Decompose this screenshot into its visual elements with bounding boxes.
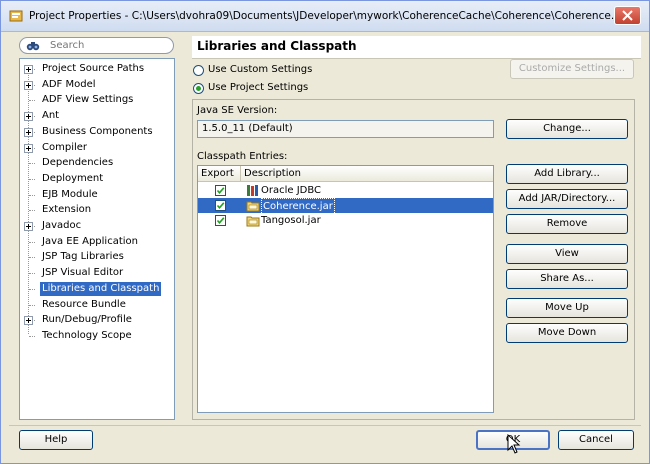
tree-item-technology-scope[interactable]: Technology Scope [40,329,134,343]
jdeveloper-app-icon [9,10,23,22]
tree-item-ejb-module[interactable]: EJB Module [40,188,100,202]
tree-item-adf-view-settings[interactable]: ADF View Settings [40,93,135,107]
use-custom-settings-radio[interactable] [193,65,204,76]
classpath-entry-name: Tangosol.jar [261,215,321,226]
cancel-button[interactable]: Cancel [558,430,634,450]
move-down-button[interactable]: Move Down [506,323,628,343]
tree-branch-line [29,257,35,259]
panel-header: Libraries and Classpath [192,36,641,59]
tree-item-adf-model[interactable]: ADF Model [40,78,98,92]
search-box[interactable] [19,37,174,54]
description-column-header[interactable]: Description [241,166,493,182]
tree-item-libraries-and-classpath[interactable]: Libraries and Classpath [40,281,162,296]
tree-item-ant[interactable]: Ant [40,109,61,123]
classpath-entry-name: Oracle JDBC [261,185,322,196]
add-library-button[interactable]: Add Library... [506,164,628,184]
tree-item-business-components[interactable]: Business Components [40,125,155,139]
share-as-button[interactable]: Share As... [506,269,628,289]
tree-guide-line [28,67,29,334]
tree-branch-line [29,194,35,196]
tree-expand-icon[interactable] [24,143,33,153]
remove-button[interactable]: Remove [506,214,628,234]
tree-item-extension[interactable]: Extension [40,203,93,217]
classpath-entry-row[interactable]: Tangosol.jar [198,213,493,228]
window-title: Project Properties - C:\Users\dvohra09\D… [29,10,629,22]
panel-title: Libraries and Classpath [197,39,357,53]
binoculars-search-icon [26,42,40,51]
footer-separator [9,425,641,426]
tree-branch-line [29,178,35,180]
export-checkbox[interactable] [215,185,226,196]
tree-item-compiler[interactable]: Compiler [40,141,89,155]
classpath-entry-row[interactable]: Oracle JDBC [198,183,493,198]
tree-item-dependencies[interactable]: Dependencies [40,156,115,170]
checkmark-icon [216,217,225,225]
close-icon [622,10,633,21]
export-checkbox[interactable] [215,200,226,211]
classpath-entries-label: Classpath Entries: [197,151,288,162]
tree-branch-line [29,273,35,275]
add-jar-directory-button[interactable]: Add JAR/Directory... [506,189,628,209]
tree-branch-line [29,210,35,212]
tree-expand-icon[interactable] [24,112,33,122]
close-button[interactable] [614,6,641,25]
move-up-button[interactable]: Move Up [506,298,628,318]
tree-item-jsp-tag-libraries[interactable]: JSP Tag Libraries [40,250,126,264]
classpath-entries-table[interactable]: Export Description Oracle JDBC Coherence.… [197,165,494,413]
checkmark-icon [216,202,225,210]
tree-expand-icon[interactable] [24,222,33,231]
tree-expand-icon[interactable] [24,80,33,90]
tree-item-run-debug-profile[interactable]: Run/Debug/Profile [40,313,134,327]
export-column-header[interactable]: Export [198,166,241,182]
tree-branch-line [29,241,35,243]
tree-item-java-ee-application[interactable]: Java EE Application [40,235,140,249]
category-tree[interactable]: Project Source Paths ADF Model ADF View Se… [19,58,175,420]
mouse-pointer-icon [507,434,521,454]
tree-item-deployment[interactable]: Deployment [40,172,105,186]
tree-branch-line [29,335,35,337]
export-checkbox[interactable] [215,215,226,226]
tree-branch-line [29,100,35,102]
change-button[interactable]: Change... [506,119,628,139]
classpath-entry-row[interactable]: Coherence.jar [198,198,493,215]
use-project-settings-radio[interactable] [193,83,204,94]
tree-expand-icon[interactable] [24,316,33,326]
tree-item-jsp-visual-editor[interactable]: JSP Visual Editor [40,266,125,280]
use-custom-settings-label[interactable]: Use Custom Settings [208,64,312,75]
title-bar[interactable]: Project Properties - C:\Users\dvohra09\D… [1,1,649,32]
tree-expand-icon[interactable] [24,65,33,74]
help-button[interactable]: Help [19,430,93,450]
jar-folder-icon [246,216,260,227]
checkmark-icon [216,187,225,195]
tree-branch-line [29,288,35,290]
tree-branch-line [29,163,35,165]
tree-item-resource-bundle[interactable]: Resource Bundle [40,298,128,312]
tree-item-javadoc[interactable]: Javadoc [40,219,83,233]
view-button[interactable]: View [506,244,628,264]
project-properties-dialog: Project Properties - C:\Users\dvohra09\D… [0,0,650,464]
tree-branch-line [29,304,35,306]
library-books-icon [247,185,258,196]
tree-expand-icon[interactable] [24,127,33,137]
java-se-version-label: Java SE Version: [197,105,278,116]
jar-folder-icon [246,201,260,212]
tree-item-project-source-paths[interactable]: Project Source Paths [40,62,146,76]
java-se-version-field: 1.5.0_11 (Default) [197,120,494,138]
use-project-settings-label[interactable]: Use Project Settings [208,82,308,93]
search-input[interactable] [50,39,165,52]
customize-settings-button[interactable]: Customize Settings... [510,59,634,79]
